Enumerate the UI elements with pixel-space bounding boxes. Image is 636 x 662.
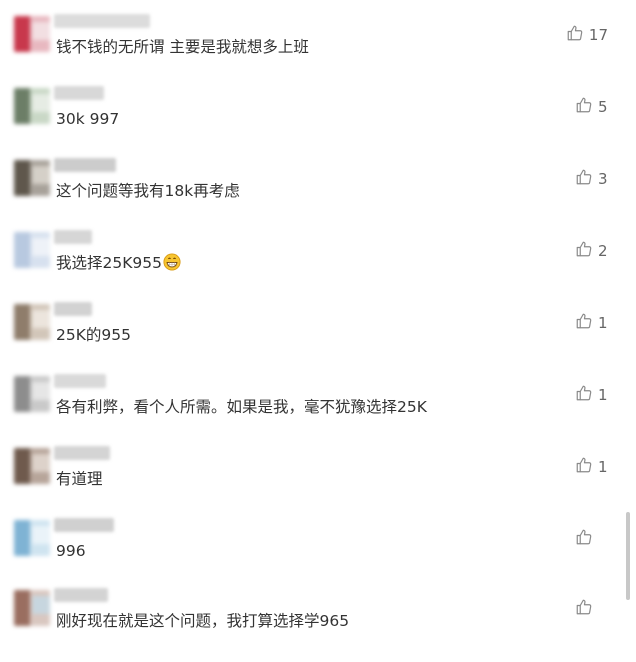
- thumbs-up-icon[interactable]: [575, 384, 593, 406]
- nickname[interactable]: [54, 302, 92, 316]
- avatar[interactable]: [14, 232, 50, 268]
- like-count: 1: [598, 458, 608, 476]
- avatar[interactable]: [14, 304, 50, 340]
- thumbs-up-icon[interactable]: [575, 240, 593, 262]
- comment-text: 996: [56, 541, 86, 561]
- comment-text-content: 这个问题等我有18k再考虑: [56, 182, 240, 200]
- like-count: 5: [598, 98, 608, 116]
- comment-item: 有道理 1: [0, 446, 636, 520]
- like-count: 3: [598, 170, 608, 188]
- thumbs-up-icon[interactable]: [575, 528, 593, 550]
- comment-item: 996: [0, 518, 636, 592]
- comment-text: 刚好现在就是这个问题，我打算选择学965: [56, 611, 349, 631]
- like-button[interactable]: 2: [575, 240, 608, 262]
- comment-text-content: 有道理: [56, 470, 103, 488]
- nickname[interactable]: [54, 588, 108, 602]
- avatar[interactable]: [14, 160, 50, 196]
- comment-item: 30k 997 5: [0, 86, 636, 160]
- nickname[interactable]: [54, 446, 110, 460]
- like-count: 1: [598, 386, 608, 404]
- like-button[interactable]: 1: [575, 456, 608, 478]
- avatar[interactable]: [14, 16, 50, 52]
- like-count: 2: [598, 242, 608, 260]
- thumbs-up-icon[interactable]: [575, 598, 593, 620]
- avatar[interactable]: [14, 590, 50, 626]
- comment-item: 这个问题等我有18k再考虑 3: [0, 158, 636, 232]
- thumbs-up-icon[interactable]: [575, 456, 593, 478]
- comment-text-content: 我选择25K955: [56, 254, 162, 272]
- comment-item: 各有利弊，看个人所需。如果是我，毫不犹豫选择25K 1: [0, 374, 636, 448]
- grin-emoji: [163, 253, 181, 271]
- comment-text-content: 刚好现在就是这个问题，我打算选择学965: [56, 612, 350, 630]
- like-button[interactable]: [575, 528, 608, 550]
- comment-text: 各有利弊，看个人所需。如果是我，毫不犹豫选择25K: [56, 397, 427, 417]
- like-count: 17: [588, 26, 608, 44]
- thumbs-up-icon[interactable]: [575, 96, 593, 118]
- comment-text: 有道理: [56, 469, 103, 489]
- like-button[interactable]: 1: [575, 312, 608, 334]
- comment-text-content: 30k 997: [56, 110, 120, 128]
- thumbs-up-icon[interactable]: [566, 24, 584, 46]
- like-button[interactable]: 5: [575, 96, 608, 118]
- comment-text: 25K的955: [56, 325, 131, 345]
- avatar[interactable]: [14, 88, 50, 124]
- avatar[interactable]: [14, 376, 50, 412]
- nickname[interactable]: [54, 14, 150, 28]
- nickname[interactable]: [54, 518, 114, 532]
- like-button[interactable]: [575, 598, 608, 620]
- comment-text: 30k 997: [56, 109, 119, 129]
- like-count: 1: [598, 314, 608, 332]
- comment-item: 刚好现在就是这个问题，我打算选择学965: [0, 588, 636, 662]
- comment-item: 25K的955 1: [0, 302, 636, 376]
- comment-text-content: 钱不钱的无所谓 主要是我就想多上班: [56, 38, 309, 56]
- scrollbar[interactable]: [626, 512, 630, 600]
- comment-item: 钱不钱的无所谓 主要是我就想多上班 17: [0, 14, 636, 88]
- avatar[interactable]: [14, 448, 50, 484]
- nickname[interactable]: [54, 158, 116, 172]
- like-button[interactable]: 17: [566, 24, 608, 46]
- comment-text-content: 25K的955: [56, 326, 131, 344]
- like-button[interactable]: 1: [575, 384, 608, 406]
- avatar[interactable]: [14, 520, 50, 556]
- thumbs-up-icon[interactable]: [575, 312, 593, 334]
- comment-text-content: 各有利弊，看个人所需。如果是我，毫不犹豫选择25K: [56, 398, 427, 416]
- comment-item: 我选择25K955 2: [0, 230, 636, 304]
- thumbs-up-icon[interactable]: [575, 168, 593, 190]
- comment-text: 这个问题等我有18k再考虑: [56, 181, 240, 201]
- comment-text: 我选择25K955: [56, 253, 181, 273]
- nickname[interactable]: [54, 230, 92, 244]
- nickname[interactable]: [54, 374, 106, 388]
- comment-text-content: 996: [56, 542, 86, 560]
- nickname[interactable]: [54, 86, 104, 100]
- like-button[interactable]: 3: [575, 168, 608, 190]
- comment-text: 钱不钱的无所谓 主要是我就想多上班: [56, 37, 309, 57]
